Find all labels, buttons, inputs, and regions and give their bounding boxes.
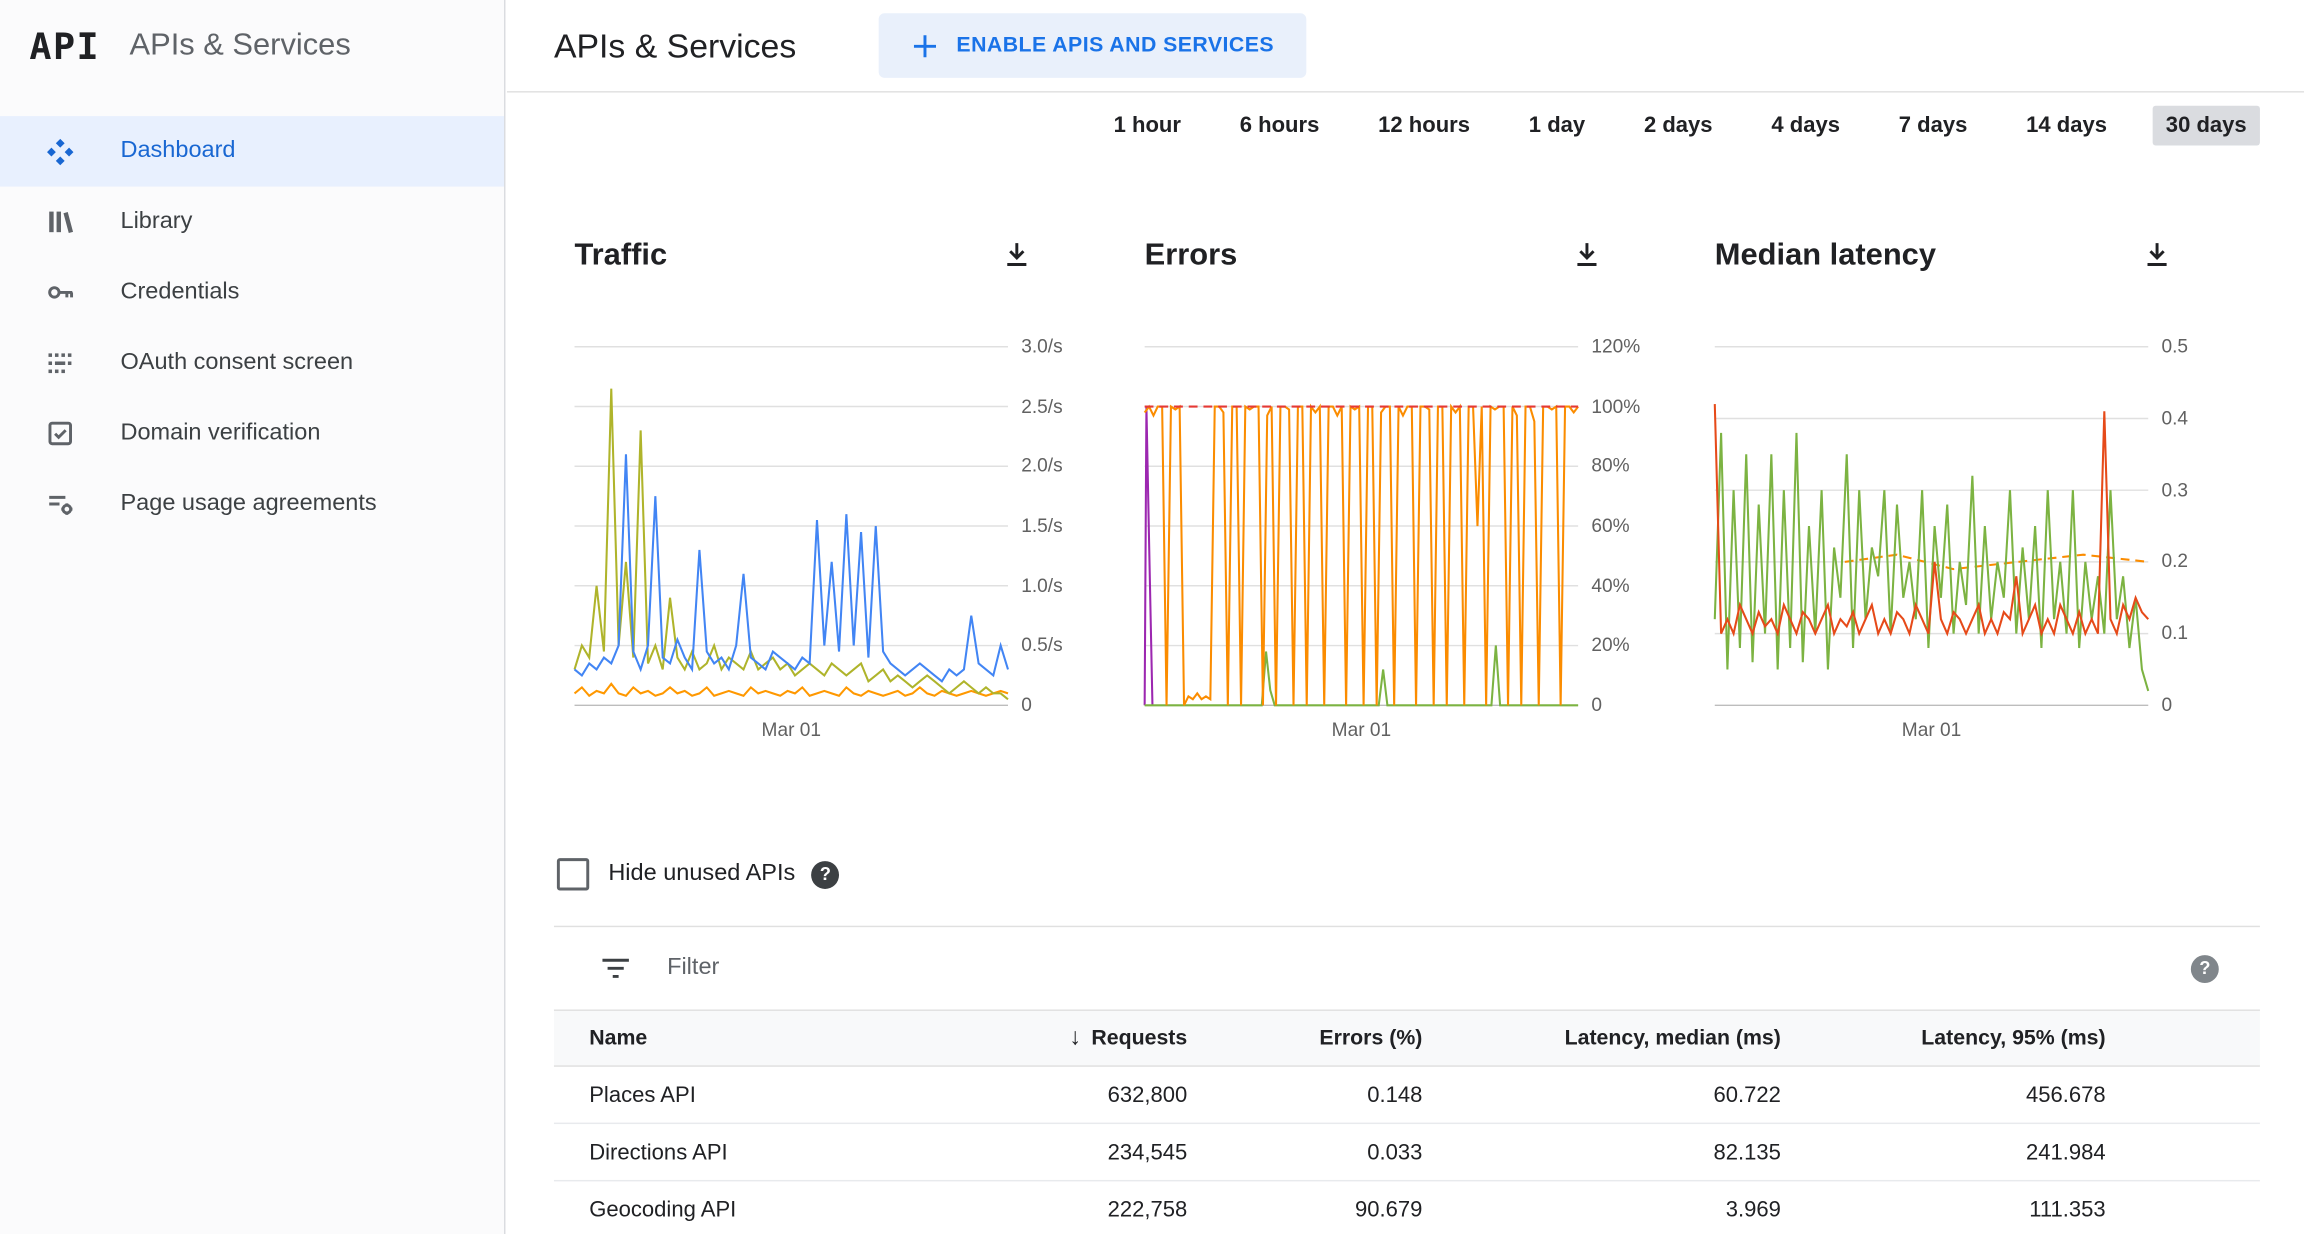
page-title: APIs & Services <box>553 25 797 64</box>
hide-unused-apis-checkbox[interactable] <box>556 858 590 891</box>
sidebar-item-label: Credentials <box>120 279 240 305</box>
api-name-link[interactable]: Geocoding API <box>554 1197 923 1222</box>
errors-cell: 0.033 <box>1367 1139 1423 1165</box>
dashboard-icon <box>44 135 76 167</box>
time-range-12-hours[interactable]: 12 hours <box>1365 106 1483 146</box>
plus-icon <box>911 32 939 60</box>
sidebar-item-credentials[interactable]: Credentials <box>0 257 504 328</box>
charts-row: Traffic 3.0/s 2.5/s 2.0/s 1.5/s 1.0/s 0.5/s 0 … <box>573 234 2304 741</box>
table-row: Directions API 234,545 0.033 82.135 241.… <box>553 1124 2260 1182</box>
time-range-6-hours[interactable]: 6 hours <box>1227 106 1333 146</box>
time-range-2-days[interactable]: 2 days <box>1631 106 1726 146</box>
latency-95-cell: 111.353 <box>2029 1196 2106 1222</box>
latency-median-cell: 60.722 <box>1713 1082 1781 1108</box>
api-name-link[interactable]: Places API <box>554 1082 923 1107</box>
median-latency-y-axis: 0.5 0.4 0.3 0.2 0.1 0 <box>2161 335 2189 716</box>
time-range-4-days[interactable]: 4 days <box>1758 106 1853 146</box>
page-header: APIs & Services ENABLE APIS AND SERVICES <box>506 0 2304 93</box>
product-name: APIs & Services <box>129 27 351 62</box>
sidebar-item-label: OAuth consent screen <box>120 349 354 375</box>
errors-y-axis: 120% 100% 80% 60% 40% 20% 0 <box>1591 335 1641 716</box>
median-latency-plot <box>1713 346 2150 707</box>
sidebar-item-label: Domain verification <box>120 420 321 446</box>
hide-unused-apis-row: Hide unused APIs ? <box>556 858 2304 891</box>
app-window: API APIs & Services Dashboard Library Cr… <box>0 0 2304 1234</box>
page-usage-agreements-icon <box>44 488 76 520</box>
traffic-chart-title: Traffic <box>574 238 668 272</box>
download-icon[interactable] <box>2139 236 2174 276</box>
median-latency-x-axis-label: Mar 01 <box>1901 718 1962 741</box>
filter-row: ? <box>554 927 2260 1009</box>
traffic-y-axis: 3.0/s 2.5/s 2.0/s 1.5/s 1.0/s 0.5/s 0 <box>1021 335 1063 716</box>
filter-input[interactable] <box>664 953 2191 984</box>
requests-cell: 632,800 <box>1107 1082 1188 1108</box>
library-icon <box>44 206 76 238</box>
hide-unused-apis-label: Hide unused APIs <box>608 861 796 887</box>
sidebar-nav: Dashboard Library Credentials OAuth cons… <box>0 116 505 540</box>
sidebar-item-oauth-consent-screen[interactable]: OAuth consent screen <box>0 328 504 399</box>
column-header-latency-median[interactable]: Latency, median (ms) <box>1422 1026 1781 1050</box>
table-row: Geocoding API 222,758 90.679 3.969 111.3… <box>554 1181 2260 1234</box>
sidebar-item-label: Library <box>120 208 193 234</box>
table-header: Name ↓ Requests Errors (%) Latency, media… <box>553 1009 2260 1067</box>
sidebar-item-dashboard[interactable]: Dashboard <box>0 116 505 187</box>
traffic-chart: Traffic 3.0/s 2.5/s 2.0/s 1.5/s 1.0/s 0.5/s 0 … <box>573 234 1079 741</box>
sidebar-item-library[interactable]: Library <box>0 187 504 258</box>
latency-95-cell: 241.984 <box>2025 1139 2106 1165</box>
requests-cell: 222,758 <box>1107 1196 1188 1222</box>
sidebar-item-domain-verification[interactable]: Domain verification <box>0 398 504 469</box>
time-range-14-days[interactable]: 14 days <box>2013 106 2120 146</box>
column-header-requests[interactable]: ↓ Requests <box>923 1025 1187 1051</box>
latency-median-cell: 82.135 <box>1713 1139 1781 1165</box>
requests-cell: 234,545 <box>1107 1139 1188 1165</box>
table-row: Places API 632,800 0.148 60.722 456.678 <box>553 1067 2260 1125</box>
sidebar: API APIs & Services Dashboard Library Cr… <box>0 0 506 1234</box>
time-range-30-days[interactable]: 30 days <box>2152 105 2260 146</box>
download-icon[interactable] <box>999 236 1034 276</box>
time-range-7-days[interactable]: 7 days <box>1886 106 1981 146</box>
help-icon[interactable]: ? <box>2190 954 2219 983</box>
help-icon[interactable]: ? <box>811 860 840 889</box>
sidebar-item-label: Page usage agreements <box>120 490 377 516</box>
traffic-x-axis-label: Mar 01 <box>761 718 821 741</box>
latency-95-cell: 456.678 <box>2025 1082 2106 1108</box>
sidebar-item-page-usage-agreements[interactable]: Page usage agreements <box>0 469 504 540</box>
oauth-consent-icon <box>44 347 76 379</box>
column-header-name[interactable]: Name <box>554 1026 923 1050</box>
enable-apis-button[interactable]: ENABLE APIS AND SERVICES <box>878 13 1307 78</box>
median-latency-chart: Median latency 0.5 0.4 0.3 0.2 0.1 0 Mar 01 <box>1713 234 2219 741</box>
filter-icon <box>600 952 632 984</box>
key-icon <box>44 276 76 308</box>
sidebar-header: API APIs & Services <box>0 0 504 91</box>
time-range-1-day[interactable]: 1 day <box>1516 106 1599 146</box>
latency-median-cell: 3.969 <box>1725 1196 1781 1222</box>
column-header-errors[interactable]: Errors (%) <box>1187 1026 1422 1050</box>
traffic-plot <box>573 346 1009 707</box>
enable-apis-button-label: ENABLE APIS AND SERVICES <box>956 33 1275 58</box>
median-latency-chart-title: Median latency <box>1714 238 1937 272</box>
errors-chart-title: Errors <box>1144 238 1238 272</box>
api-name-link[interactable]: Directions API <box>554 1140 923 1165</box>
api-logo: API <box>29 24 101 67</box>
domain-verification-icon <box>44 417 76 449</box>
time-range-1-hour[interactable]: 1 hour <box>1100 106 1194 146</box>
sidebar-item-label: Dashboard <box>120 138 236 164</box>
apis-table-panel: ? Name ↓Requests Errors (%) Latency, med… <box>553 925 2260 1234</box>
main-content: APIs & Services ENABLE APIS AND SERVICES… <box>506 0 2304 1234</box>
time-range-selector: 1 hour 6 hours 12 hours 1 day 2 days 4 d… <box>507 105 2260 146</box>
errors-cell: 0.148 <box>1367 1082 1423 1108</box>
errors-x-axis-label: Mar 01 <box>1331 718 1392 741</box>
errors-cell: 90.679 <box>1354 1196 1423 1222</box>
download-icon[interactable] <box>1569 236 1604 276</box>
sort-desc-icon: ↓ <box>1069 1024 1082 1050</box>
column-header-latency-95[interactable]: Latency, 95% (ms) <box>1781 1026 2105 1050</box>
errors-plot <box>1143 346 1579 707</box>
errors-chart: Errors 120% 100% 80% 60% 40% 20% 0 Mar 01 <box>1143 234 1649 741</box>
